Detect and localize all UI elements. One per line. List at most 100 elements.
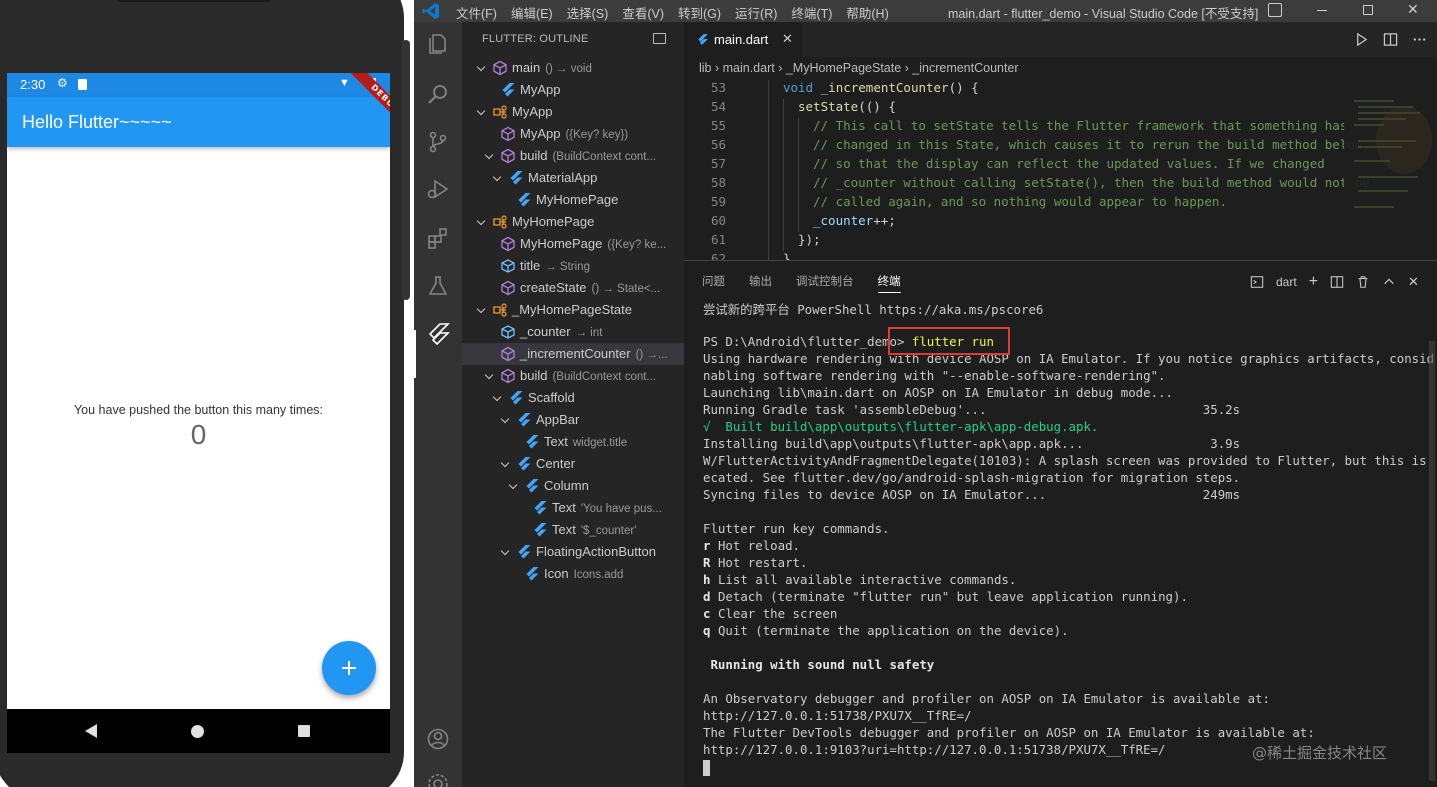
more-actions-icon[interactable] (1412, 32, 1427, 47)
outline-item[interactable]: Column (462, 475, 684, 497)
search-icon[interactable] (426, 82, 450, 106)
outline-item[interactable]: Text 'You have pus... (462, 497, 684, 519)
outline-item[interactable]: Scaffold (462, 387, 684, 409)
outline-item[interactable]: MyApp ({Key? key}) (462, 123, 684, 145)
outline-item[interactable]: MyApp (462, 79, 684, 101)
outline-item[interactable]: MyHomePage (462, 189, 684, 211)
menu-item[interactable]: 选择(S) (567, 3, 609, 22)
chevron-down-icon[interactable] (476, 62, 486, 72)
manage-gear-icon[interactable] (426, 772, 450, 787)
code-line[interactable]: 54 setState(() { (684, 99, 1437, 118)
terminal-shell-name[interactable]: dart (1276, 275, 1297, 289)
outline-item[interactable]: build (BuildContext cont... (462, 145, 684, 167)
outline-item[interactable]: AppBar (462, 409, 684, 431)
outline-item[interactable]: FloatingActionButton (462, 541, 684, 563)
outline-item[interactable]: createState () → State<... (462, 277, 684, 299)
outline-item[interactable]: _incrementCounter () →... (462, 343, 684, 365)
code-area[interactable]: 53 void _incrementCounter() {54 setState((… (684, 80, 1437, 260)
close-icon[interactable]: ✕ (1407, 1, 1419, 18)
code-line[interactable]: 53 void _incrementCounter() { (684, 80, 1437, 99)
testing-icon[interactable] (426, 274, 450, 298)
split-editor-icon[interactable] (1383, 32, 1398, 47)
outline-item-detail: (BuildContext cont... (552, 151, 657, 163)
split-terminal-icon[interactable] (1330, 275, 1344, 289)
code-line[interactable]: 55 // This call to setState tells the Flu… (684, 118, 1437, 137)
new-terminal-icon[interactable]: + (1309, 273, 1318, 291)
chevron-down-icon[interactable] (476, 304, 486, 314)
breadcrumb[interactable]: lib › main.dart › _MyHomePageState › _in… (699, 61, 1019, 75)
tab-main-dart[interactable]: main.dart ✕ (684, 22, 802, 57)
terminal-line: Syncing files to device AOSP on IA Emula… (703, 487, 1433, 504)
line-number: 61 (710, 232, 726, 247)
panel-tab[interactable]: 输出 (749, 273, 772, 293)
back-icon[interactable] (85, 724, 97, 738)
outline-item[interactable]: build (BuildContext cont... (462, 365, 684, 387)
layout-icon[interactable] (1268, 3, 1282, 17)
terminal-output[interactable]: 尝试新的跨平台 PowerShell https://aka.ms/pscore… (703, 300, 1433, 776)
outline-item-name: MyHomePage (536, 192, 619, 207)
code-line[interactable]: 57 // so that the display can reflect the… (684, 156, 1437, 175)
minimize-icon[interactable] (1317, 10, 1327, 11)
panel-tab[interactable]: 调试控制台 (796, 273, 854, 293)
code-line[interactable]: 56 // changed in this State, which causes… (684, 137, 1437, 156)
chevron-down-icon[interactable] (500, 546, 510, 556)
outline-item[interactable]: _MyHomePageState (462, 299, 684, 321)
panel-tab[interactable]: 问题 (702, 273, 725, 293)
outline-item[interactable]: Icon Icons.add (462, 563, 684, 585)
outline-item[interactable]: MaterialApp (462, 167, 684, 189)
close-panel-icon[interactable]: ✕ (1408, 274, 1419, 290)
menu-item[interactable]: 编辑(E) (511, 3, 553, 22)
maximize-icon[interactable] (1363, 5, 1373, 15)
outline-item[interactable]: MyHomePage (462, 211, 684, 233)
kill-terminal-icon[interactable] (1356, 275, 1370, 289)
home-icon[interactable] (191, 725, 204, 738)
explorer-icon[interactable] (426, 32, 450, 56)
chevron-down-icon[interactable] (476, 106, 486, 116)
outline-item[interactable]: Center (462, 453, 684, 475)
code-line[interactable]: 60 _counter++; (684, 213, 1437, 232)
tab-label: main.dart (714, 32, 769, 47)
menu-item[interactable]: 文件(F) (456, 3, 497, 22)
increment-fab-button[interactable] (322, 641, 376, 695)
phone-screen: 2:30 ⚙ ▼ Hello Flutter~~~~~ DEBUG You ha… (7, 73, 390, 753)
menu-item[interactable]: 查看(V) (622, 3, 664, 22)
outline-item[interactable]: Text widget.title (462, 431, 684, 453)
run-debug-dropdown-icon[interactable] (1354, 32, 1369, 47)
collapse-all-icon[interactable] (653, 33, 666, 44)
chevron-down-icon[interactable] (492, 172, 502, 182)
minimap[interactable] (1344, 80, 1437, 260)
outline-item[interactable]: _counter → int (462, 321, 684, 343)
android-nav-bar (7, 709, 390, 753)
menu-item[interactable]: 运行(R) (735, 3, 777, 22)
outline-item[interactable]: Text '$_counter' (462, 519, 684, 541)
chevron-down-icon[interactable] (492, 392, 502, 402)
maximize-panel-icon[interactable] (1382, 275, 1396, 289)
source-control-icon[interactable] (426, 130, 450, 154)
menu-item[interactable]: 转到(G) (678, 3, 721, 22)
chevron-down-icon[interactable] (500, 458, 510, 468)
outline-item[interactable]: MyHomePage ({Key? ke... (462, 233, 684, 255)
terminal-scrollbar[interactable] (1429, 341, 1435, 781)
outline-item[interactable]: title → String (462, 255, 684, 277)
outline-item[interactable]: MyApp (462, 101, 684, 123)
menu-item[interactable]: 终端(T) (791, 3, 832, 22)
chevron-down-icon[interactable] (500, 414, 510, 424)
chevron-down-icon[interactable] (476, 216, 486, 226)
recents-icon[interactable] (298, 725, 310, 737)
code-line[interactable]: 59 // called again, and so nothing would … (684, 194, 1437, 213)
chevron-down-icon[interactable] (484, 370, 494, 380)
run-debug-icon[interactable] (426, 177, 450, 201)
outline-item[interactable]: main () → void (462, 57, 684, 79)
panel-tab[interactable]: 终端 (877, 273, 901, 293)
code-line[interactable]: 61}); (684, 232, 1437, 251)
code-line[interactable]: 62} (684, 251, 1437, 260)
tab-close-icon[interactable]: ✕ (782, 31, 793, 47)
code-line[interactable]: 58 // _counter without calling setState()… (684, 175, 1437, 194)
account-icon[interactable] (426, 727, 450, 751)
chevron-down-icon[interactable] (508, 480, 518, 490)
flutter-outline-icon[interactable] (426, 322, 450, 346)
menu-item[interactable]: 帮助(H) (846, 3, 888, 22)
watermark: @稀土掘金技术社区 (1252, 744, 1388, 762)
chevron-down-icon[interactable] (484, 150, 494, 160)
extensions-icon[interactable] (426, 226, 450, 250)
